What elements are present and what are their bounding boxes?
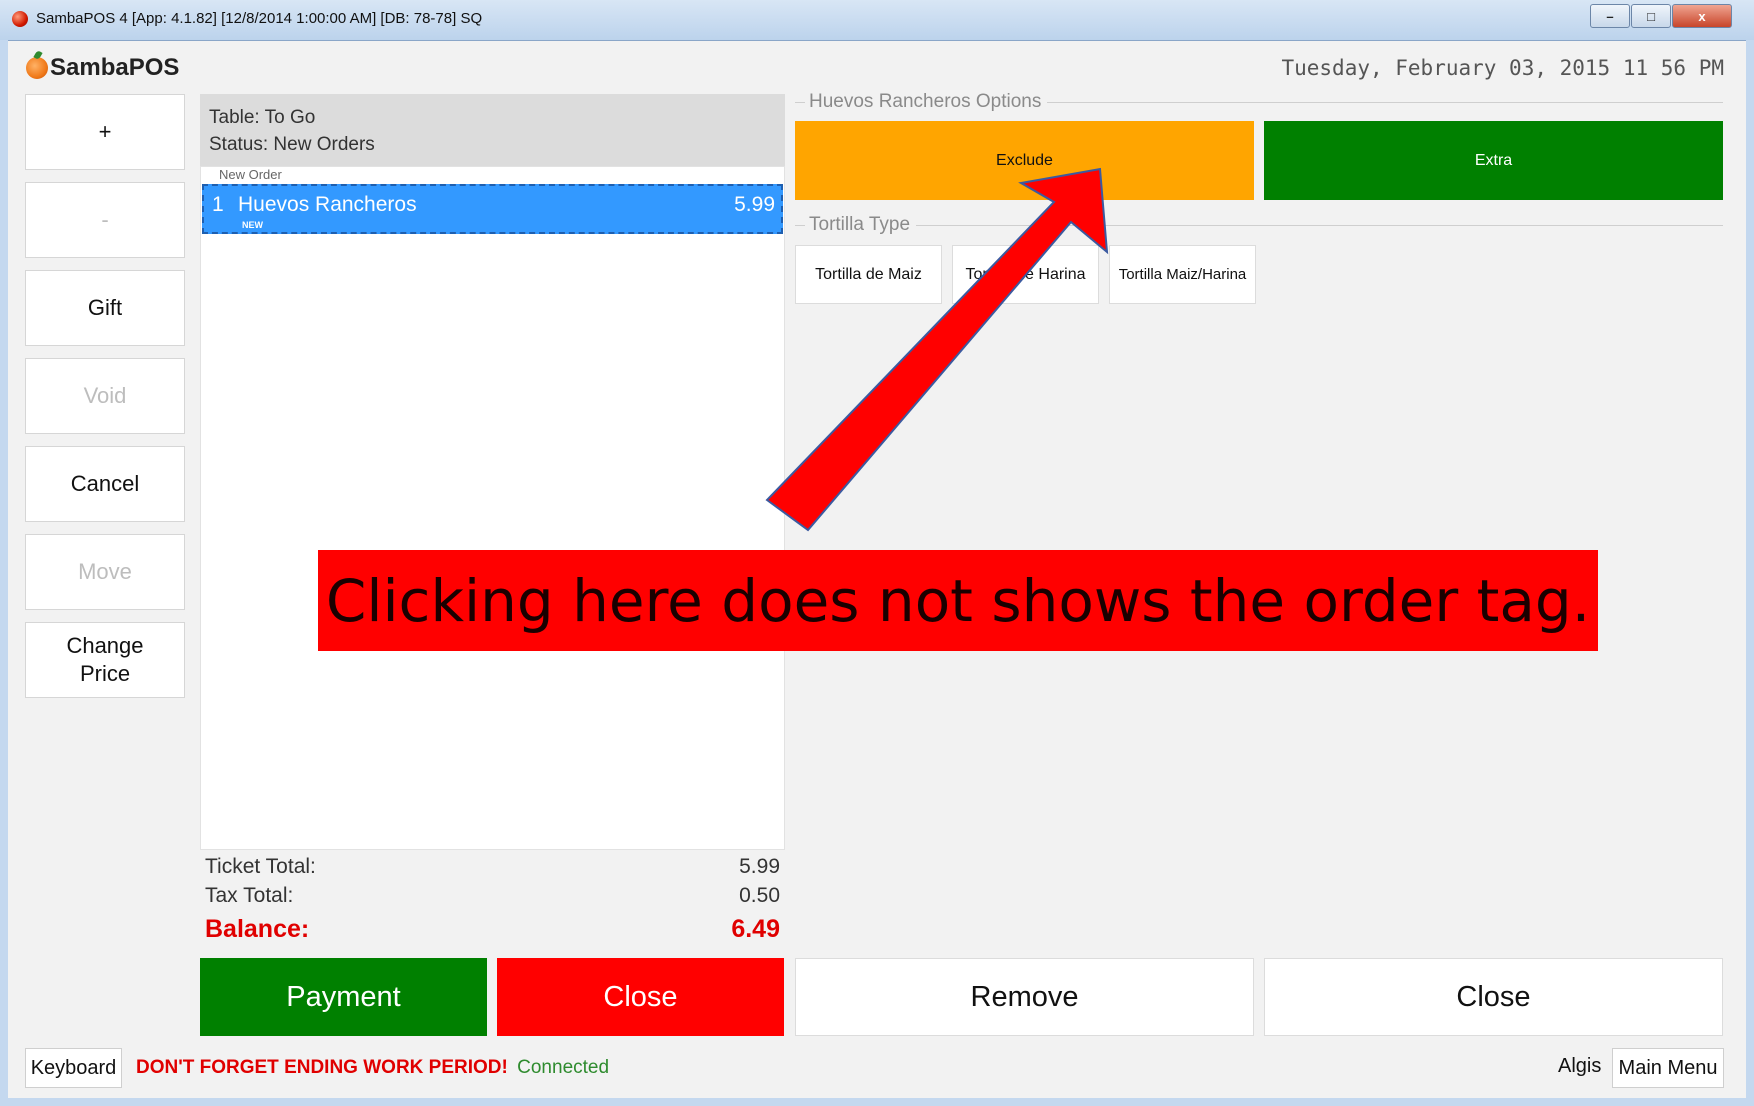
close-window-button[interactable]: x <box>1672 4 1732 28</box>
remove-button[interactable]: Remove <box>795 958 1254 1036</box>
order-new-badge: NEW <box>242 220 263 230</box>
window-controls: – □ x <box>1589 4 1732 28</box>
work-period-warning: DON'T FORGET ENDING WORK PERIOD! <box>136 1057 508 1078</box>
close-options-button[interactable]: Close <box>1264 958 1723 1036</box>
exclude-button[interactable]: Exclude <box>795 121 1254 200</box>
tax-total-value: 0.50 <box>739 884 780 907</box>
sambapos-logo: SambaPOS <box>26 54 179 82</box>
close-ticket-button[interactable]: Close <box>497 958 784 1036</box>
status-message: DON'T FORGET ENDING WORK PERIOD! Connect… <box>136 1057 609 1079</box>
tortilla-type-title: Tortilla Type <box>809 214 911 235</box>
maximize-button[interactable]: □ <box>1631 4 1671 28</box>
minimize-button[interactable]: – <box>1590 4 1630 28</box>
balance-value: 6.49 <box>731 915 780 943</box>
ticket-header: Table: To Go Status: New Orders <box>200 94 785 166</box>
app-icon <box>12 11 28 27</box>
change-price-button[interactable]: Change Price <box>25 622 185 698</box>
main-menu-button[interactable]: Main Menu <box>1612 1048 1724 1088</box>
tortilla-maiz-harina-button[interactable]: Tortilla Maiz/Harina <box>1109 245 1256 304</box>
keyboard-button[interactable]: Keyboard <box>25 1048 122 1088</box>
move-button[interactable]: Move <box>25 534 185 610</box>
ticket-total-label: Ticket Total: <box>205 855 316 878</box>
extra-button[interactable]: Extra <box>1264 121 1723 200</box>
window-title: SambaPOS 4 [App: 4.1.82] [12/8/2014 1:00… <box>36 10 483 27</box>
window-titlebar: SambaPOS 4 [App: 4.1.82] [12/8/2014 1:00… <box>0 0 1754 41</box>
ticket-total-value: 5.99 <box>739 855 780 878</box>
ticket-table: Table: To Go <box>209 107 316 128</box>
window-frame-right <box>1746 40 1754 1106</box>
window-frame-bottom <box>0 1098 1754 1106</box>
new-order-label: New Order <box>219 167 282 182</box>
tortilla-type-group-title: Tortilla Type <box>795 214 1723 236</box>
tortilla-de-maiz-button[interactable]: Tortilla de Maiz <box>795 245 942 304</box>
ticket-total-row: Ticket Total: 5.99 <box>205 855 780 884</box>
order-quantity: 1 <box>212 193 224 216</box>
increase-quantity-button[interactable]: + <box>25 94 185 170</box>
apple-logo-icon <box>26 57 48 79</box>
tortilla-de-harina-button[interactable]: Tortilla de Harina <box>952 245 1099 304</box>
order-options-title: Huevos Rancheros Options <box>809 91 1042 112</box>
void-button[interactable]: Void <box>25 358 185 434</box>
current-user: Algis <box>1558 1055 1602 1077</box>
logo-text: SambaPOS <box>50 54 180 81</box>
cancel-button[interactable]: Cancel <box>25 446 185 522</box>
ticket-totals: Ticket Total: 5.99 Tax Total: 0.50 Balan… <box>205 855 780 949</box>
order-options-group-title: Huevos Rancheros Options <box>795 91 1723 113</box>
decrease-quantity-button[interactable]: - <box>25 182 185 258</box>
tax-total-row: Tax Total: 0.50 <box>205 884 780 913</box>
order-name: Huevos Rancheros <box>238 193 417 216</box>
current-datetime: Tuesday, February 03, 2015 11 56 PM <box>1281 56 1724 80</box>
ticket-status: Status: New Orders <box>209 134 375 155</box>
order-price: 5.99 <box>734 193 775 216</box>
balance-row: Balance: 6.49 <box>205 915 780 949</box>
payment-button[interactable]: Payment <box>200 958 487 1036</box>
balance-label: Balance: <box>205 915 310 943</box>
connection-status: Connected <box>517 1057 610 1078</box>
gift-button[interactable]: Gift <box>25 270 185 346</box>
window-frame-left <box>0 40 8 1106</box>
order-row[interactable]: 1 Huevos Rancheros 5.99 NEW <box>202 184 783 234</box>
annotation-banner: Clicking here does not shows the order t… <box>318 550 1598 651</box>
ticket-order-list[interactable]: New Order 1 Huevos Rancheros 5.99 NEW <box>200 166 785 850</box>
tax-total-label: Tax Total: <box>205 884 294 907</box>
